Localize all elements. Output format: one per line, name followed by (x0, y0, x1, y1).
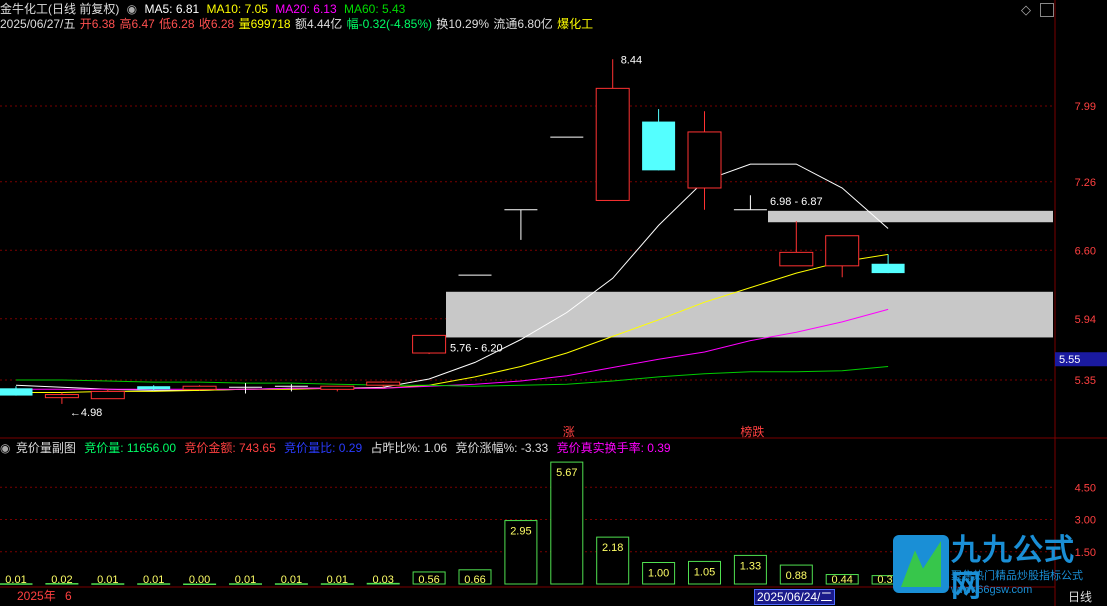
quote-open: 开6.38 (79, 17, 116, 31)
volume-value-label: 0.01 (281, 574, 302, 586)
quote-low: 低6.28 (159, 17, 195, 31)
volume-value-label: 0.02 (51, 574, 72, 586)
volume-tick-label: 3.00 (1075, 515, 1096, 527)
candle-body (0, 388, 33, 396)
candle-body (90, 390, 125, 400)
price-tick-label: 5.94 (1075, 314, 1096, 326)
chart-canvas: 7.997.266.605.945.354.503.001.505.76 - 6… (0, 0, 1107, 606)
quote-close: 收6.28 (198, 17, 235, 31)
volume-value-label: 5.67 (556, 467, 577, 479)
bid-amount: 竞价金额: 743.65 (184, 441, 276, 455)
volume-value-label: 1.05 (694, 566, 715, 578)
date-cursor-box: 2025/06/24/二 (754, 589, 836, 605)
quote-row: 2025/06/27/五 开6.38 高6.47 低6.28 收6.28 量69… (0, 16, 597, 32)
volume-value-label: 2.18 (602, 542, 623, 554)
candle-body (825, 235, 860, 267)
low-price-label: ←4.98 (70, 407, 102, 419)
price-tick-label: 5.35 (1075, 375, 1096, 387)
volume-value-label: 0.44 (831, 574, 852, 586)
ma-line-ma60 (16, 366, 889, 387)
ma20-label: MA20: 6.13 (275, 2, 337, 16)
quote-high: 高6.47 (119, 17, 155, 31)
candle-body (687, 131, 722, 189)
ma5-label: MA5: 6.81 (144, 2, 200, 16)
price-zone (446, 291, 1053, 338)
footer-year: 2025年 6 (17, 589, 72, 603)
candle-body (595, 87, 630, 201)
candle-body (779, 251, 814, 267)
volume-value-label: 1.33 (740, 560, 761, 572)
bid-change: 竞价涨幅%: -3.33 (455, 441, 549, 455)
price-zone (768, 210, 1053, 223)
diamond-icon[interactable]: ◇ (1021, 2, 1031, 18)
watermark-logo: 九九公式网 聚焦热门精品炒股指标公式 www.66gsw.com (893, 533, 1105, 603)
price-tick-label: 6.60 (1075, 245, 1096, 257)
price-zone-label: 6.98 - 6.87 (770, 196, 823, 208)
expand-icon[interactable] (1040, 3, 1054, 17)
watermark-slogan: 聚焦热门精品炒股指标公式 (951, 570, 1083, 582)
candle-body (137, 386, 171, 390)
year-label: 2025年 (17, 589, 56, 603)
volume-value-label: 0.00 (189, 574, 210, 586)
quote-turnover: 换10.29% (436, 17, 490, 31)
quote-change: 幅-0.32(-4.85%) (346, 17, 433, 31)
quote-date: 2025/06/27/五 (0, 17, 76, 31)
sub-title: 竞价量副图 (15, 441, 76, 455)
volume-value-label: 0.88 (786, 570, 807, 582)
volume-value-label: 0.01 (5, 574, 26, 586)
volume-value-label: 0.66 (464, 574, 485, 586)
volume-value-label: 1.00 (648, 568, 669, 580)
volume-bar (550, 461, 584, 585)
current-price-label: 5.55 (1059, 354, 1080, 366)
event-marker: 涨 (563, 424, 575, 439)
ma-line-ma5 (15, 163, 889, 391)
price-tick-label: 7.26 (1075, 177, 1096, 189)
ma60-label: MA60: 5.43 (343, 2, 406, 16)
quote-sector: 爆化工 (557, 17, 594, 31)
volume-value-label: 0.01 (235, 574, 256, 586)
candle-body (642, 121, 676, 171)
volume-value-label: 2.95 (510, 526, 531, 538)
prev-ratio: 占昨比%: 1.06 (370, 441, 448, 455)
sub-header: ◉ 竞价量副图 竞价量: 11656.00 竞价金额: 743.65 竞价量比:… (0, 440, 676, 456)
ma10-label: MA10: 7.05 (206, 2, 268, 16)
bid-turnover: 竞价真实换手率: 0.39 (556, 441, 671, 455)
stock-title: 金牛化工(日线 前复权) (0, 2, 120, 16)
watermark-url: www.66gsw.com (951, 584, 1033, 596)
high-price-label: 8.44 (621, 54, 642, 66)
volume-value-label: 0.56 (418, 574, 439, 586)
quote-float: 流通6.80亿 (493, 17, 553, 31)
candle-body (412, 334, 447, 354)
candle-body (320, 385, 355, 390)
quote-amount: 额4.44亿 (294, 17, 343, 31)
candle-body (182, 385, 217, 390)
volume-value-label: 0.03 (372, 574, 393, 586)
volume-value-label: 0.01 (143, 574, 164, 586)
volume-tick-label: 4.50 (1075, 482, 1096, 494)
candle-body (44, 394, 79, 399)
month-label: 6 (65, 589, 72, 603)
volume-value-label: 0.01 (327, 574, 348, 586)
watermark-logo-mark (893, 535, 949, 593)
main-header: 金牛化工(日线 前复权) ◉ MA5: 6.81 MA10: 7.05 MA20… (0, 1, 409, 17)
indicator-toggle-icon[interactable]: ◉ (127, 2, 137, 16)
candle-body (871, 263, 905, 274)
bid-ratio: 竞价量比: 0.29 (284, 441, 363, 455)
volume-value-label: 0.01 (97, 574, 118, 586)
event-marker: 榜跌 (740, 424, 764, 439)
sub-toggle-icon[interactable]: ◉ (0, 441, 10, 455)
quote-volume: 量699718 (238, 17, 291, 31)
bid-volume: 竞价量: 11656.00 (84, 441, 177, 455)
candle-body (366, 381, 401, 386)
price-tick-label: 7.99 (1075, 101, 1096, 113)
